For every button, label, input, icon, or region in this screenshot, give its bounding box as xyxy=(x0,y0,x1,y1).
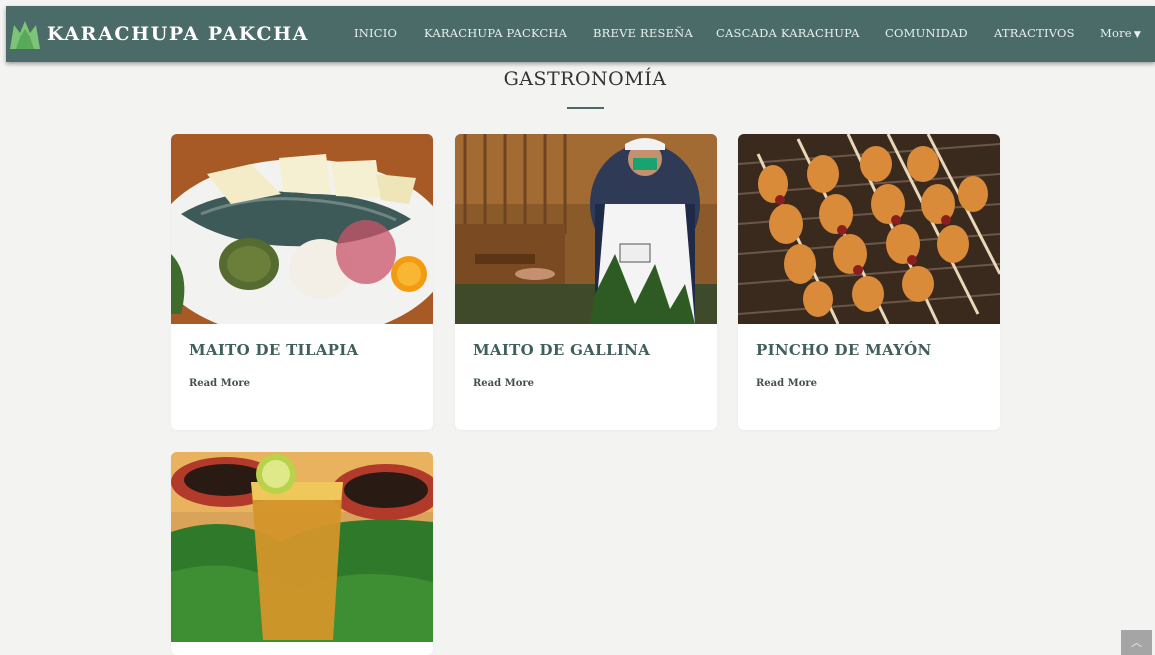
card-maito-de-tilapia: MAITO DE TILAPIA Read More xyxy=(171,134,433,430)
section-title: GASTRONOMÍA xyxy=(503,68,667,90)
read-more-link[interactable]: Read More xyxy=(473,378,534,389)
card-title[interactable]: PINCHO DE MAYÓN xyxy=(756,341,932,359)
nav-item-breve-resena[interactable]: BREVE RESEÑA xyxy=(593,26,693,40)
scroll-to-top-button[interactable]: ︿ xyxy=(1121,630,1152,655)
card-juice xyxy=(171,452,433,655)
caret-down-icon: ▼ xyxy=(1133,30,1141,40)
nav-item-comunidad[interactable]: COMUNIDAD xyxy=(885,26,968,40)
nav-menu: INICIO KARACHUPA PACKCHA BREVE RESEÑA CA… xyxy=(6,6,1155,62)
nav-item-karachupa-packcha[interactable]: KARACHUPA PACKCHA xyxy=(424,26,567,40)
card-pincho-de-mayon: PINCHO DE MAYÓN Read More xyxy=(738,134,1000,430)
more-label: More xyxy=(1100,26,1132,40)
read-more-link[interactable]: Read More xyxy=(189,378,250,389)
top-navbar: KARACHUPA PAKCHA INICIO KARACHUPA PACKCH… xyxy=(6,6,1155,62)
nav-item-cascada-karachupa[interactable]: CASCADA KARACHUPA xyxy=(716,26,860,40)
cook-photo[interactable] xyxy=(455,134,717,324)
nav-item-atractivos[interactable]: ATRACTIVOS xyxy=(994,26,1075,40)
chevron-up-icon: ︿ xyxy=(1131,636,1142,649)
nav-item-inicio[interactable]: INICIO xyxy=(354,26,397,40)
juice-glass-photo[interactable] xyxy=(171,452,433,642)
card-maito-de-gallina: MAITO DE GALLINA Read More xyxy=(455,134,717,430)
read-more-link[interactable]: Read More xyxy=(756,378,817,389)
card-title[interactable]: MAITO DE TILAPIA xyxy=(189,341,358,359)
title-divider xyxy=(567,107,604,109)
fish-plate-photo[interactable] xyxy=(171,134,433,324)
nav-item-more[interactable]: More ▼ xyxy=(1100,26,1141,40)
card-title[interactable]: MAITO DE GALLINA xyxy=(473,341,650,359)
grilled-larvae-skewers-photo[interactable] xyxy=(738,134,1000,324)
